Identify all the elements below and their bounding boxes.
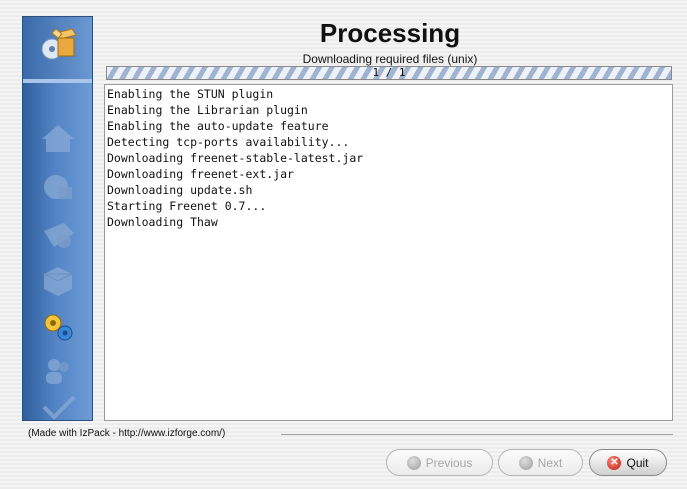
previous-label: Previous — [425, 455, 473, 470]
log-line: Enabling the Librarian plugin — [107, 103, 308, 117]
log-line: Downloading update.sh — [107, 183, 253, 197]
home-icon — [38, 120, 78, 156]
package-icon — [38, 263, 78, 299]
progress-label: 1 / 1 — [372, 66, 406, 79]
page-title: Processing — [319, 18, 461, 48]
network-icon — [38, 169, 78, 205]
quit-button[interactable]: ✕ Quit — [589, 449, 667, 476]
folder-icon — [38, 217, 78, 253]
log-line: Downloading Thaw — [107, 215, 218, 229]
log-line: Detecting tcp-ports availability... — [107, 135, 350, 149]
gears-icon — [38, 309, 78, 345]
users-icon — [38, 353, 78, 389]
previous-button[interactable]: Previous — [386, 449, 493, 476]
log-line: Downloading freenet-ext.jar — [107, 167, 294, 181]
steps-sidebar — [22, 16, 93, 421]
previous-icon — [406, 455, 421, 470]
log-line: Enabling the auto-update feature — [107, 119, 329, 133]
progress-bar: 1 / 1 — [106, 66, 672, 80]
log-line: Downloading freenet-stable-latest.jar — [107, 151, 364, 165]
log-line: Enabling the STUN plugin — [107, 87, 274, 101]
install-package-icon — [38, 25, 78, 61]
next-button[interactable]: Next — [498, 449, 583, 476]
log-output[interactable]: Enabling the STUN plugin Enabling the Lib… — [104, 84, 673, 421]
page-subtitle: Downloading required files (unix) — [302, 52, 478, 66]
next-icon — [518, 455, 533, 470]
checkmark-icon — [38, 389, 78, 425]
credit-text: (Made with IzPack - http://www.izforge.c… — [28, 428, 226, 439]
quit-icon: ✕ — [607, 455, 622, 470]
footer-divider — [281, 434, 673, 435]
next-label: Next — [537, 455, 563, 470]
quit-label: Quit — [626, 455, 649, 470]
credit-row: (Made with IzPack - http://www.izforge.c… — [28, 428, 673, 442]
installer-window: Processing Downloading required files (u… — [0, 0, 687, 489]
log-line: Starting Freenet 0.7... — [107, 199, 267, 213]
